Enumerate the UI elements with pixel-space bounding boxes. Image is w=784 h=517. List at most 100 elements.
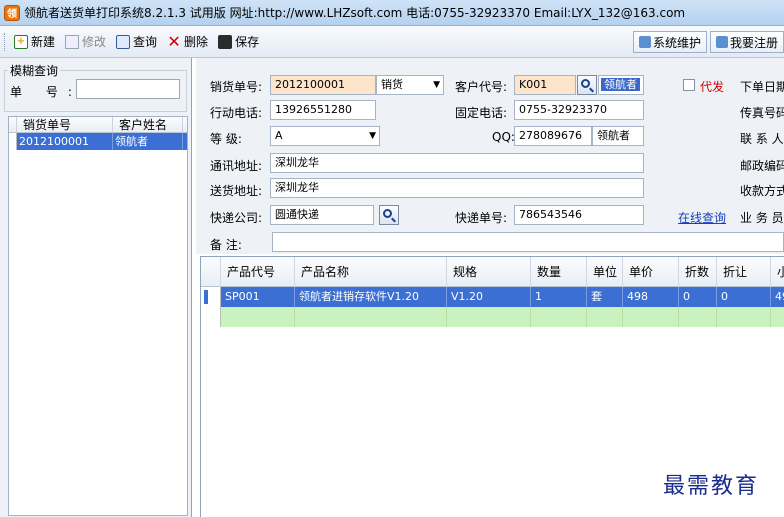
cell-quantity[interactable]: 1 [531, 287, 587, 307]
cell-discount-rate[interactable]: 0 [679, 287, 717, 307]
new-document-icon: + [14, 34, 28, 49]
address-field[interactable]: 深圳龙华 [270, 153, 644, 173]
system-maintenance-button[interactable]: 系统维护 [632, 31, 707, 53]
column-header-customer[interactable]: 客户姓名 [113, 117, 183, 132]
cell-spec[interactable]: V1.20 [447, 287, 531, 307]
cell-product-code[interactable]: SP001 [221, 287, 295, 307]
customer-name-value: 领航者 [601, 78, 640, 91]
landline-label: 固定电话: [455, 106, 508, 120]
cell-discount[interactable]: 0 [717, 287, 771, 307]
tracking-field[interactable]: 786543546 [514, 205, 644, 225]
maintenance-icon [638, 36, 651, 48]
sales-no-field[interactable]: 2012100001 [270, 75, 376, 95]
courier-field[interactable]: 圆通快递 [270, 205, 374, 225]
cell-empty[interactable] [679, 307, 717, 327]
toolbar: + 新建 修改 查询 ✕ 删除 保存 系统维护 我要注册 [0, 26, 784, 58]
sales-type-select[interactable]: 销货 ▼ [376, 75, 444, 95]
row-header[interactable] [201, 307, 221, 327]
column-header-price[interactable]: 单价 [623, 257, 679, 287]
courier-search-button[interactable] [379, 205, 399, 225]
order-list-header: 销货单号 客户姓名 [9, 117, 187, 133]
cell-unit[interactable]: 套 [587, 287, 623, 307]
online-query-link[interactable]: 在线查询 [678, 209, 726, 226]
sales-no-label: 销货单号: [210, 80, 263, 94]
column-header-product-code[interactable]: 产品代号 [221, 257, 295, 287]
product-grid-header: 产品代号 产品名称 规格 数量 单位 单价 折数 折让 小 [201, 257, 784, 287]
cell-empty[interactable] [221, 307, 295, 327]
cell-empty[interactable] [717, 307, 771, 327]
column-header-product-name[interactable]: 产品名称 [295, 257, 447, 287]
mobile-label: 行动电话: [210, 106, 263, 120]
delivery-address-field[interactable]: 深圳龙华 [270, 178, 644, 198]
qq-field[interactable]: 278089676 [514, 126, 592, 146]
delivery-address-label: 送货地址: [210, 184, 263, 198]
order-no-search-input[interactable] [76, 79, 180, 99]
row-header[interactable] [201, 287, 221, 307]
qq-name-field[interactable]: 领航者 [592, 126, 644, 146]
left-panel: 模糊查询 单 号: 销货单号 客户姓名 2012100001 领航者 [0, 58, 192, 517]
remark-label: 备 注: [210, 238, 242, 252]
customer-search-button[interactable] [577, 75, 597, 95]
edit-button[interactable]: 修改 [61, 31, 110, 53]
column-header-discount[interactable]: 折让 [717, 257, 771, 287]
system-maintenance-label: 系统维护 [652, 35, 701, 50]
table-row[interactable]: SP001 领航者进销存软件V1.20 V1.20 1 套 498 0 0 49 [201, 287, 784, 307]
cell-subtotal[interactable]: 49 [771, 287, 784, 307]
order-no-label: 单 号: [10, 85, 82, 99]
remark-field[interactable] [272, 232, 784, 252]
app-logo-icon: 领 [4, 4, 20, 21]
address-label: 通讯地址: [210, 159, 263, 173]
delete-button[interactable]: ✕ 删除 [163, 31, 212, 53]
cell-empty[interactable] [447, 307, 531, 327]
toolbar-grip[interactable] [4, 32, 7, 51]
current-row-marker [204, 290, 208, 304]
customer-code-field[interactable]: K001 [514, 75, 576, 95]
register-icon [715, 36, 728, 48]
column-header-quantity[interactable]: 数量 [531, 257, 587, 287]
query-button[interactable]: 查询 [112, 31, 161, 53]
column-header-discount-rate[interactable]: 折数 [679, 257, 717, 287]
landline-field[interactable]: 0755-32923370 [514, 100, 644, 120]
column-header-order-no[interactable]: 销货单号 [17, 117, 113, 132]
cell-customer[interactable]: 领航者 [113, 133, 183, 150]
cell-price[interactable]: 498 [623, 287, 679, 307]
proxy-checkbox[interactable] [683, 79, 695, 91]
level-select[interactable]: A ▼ [270, 126, 380, 146]
row-header[interactable] [9, 133, 17, 150]
row-header-corner [201, 257, 221, 287]
cell-empty[interactable] [531, 307, 587, 327]
new-button[interactable]: + 新建 [10, 31, 59, 53]
title-bar: 领 领航者送货单打印系统8.2.1.3 试用版 网址:http://www.LH… [0, 0, 784, 26]
column-header-unit[interactable]: 单位 [587, 257, 623, 287]
cell-empty[interactable] [623, 307, 679, 327]
fax-label: 传真号码 [740, 106, 784, 120]
cell-empty[interactable] [295, 307, 447, 327]
tracking-label: 快递单号: [455, 211, 508, 225]
save-button-label: 保存 [235, 35, 260, 49]
customer-name-field[interactable]: 领航者 [598, 75, 644, 95]
payment-label: 收款方式 [740, 184, 784, 198]
save-disk-icon [218, 34, 233, 49]
save-button[interactable]: 保存 [214, 31, 263, 53]
order-list-grid[interactable]: 销货单号 客户姓名 2012100001 领航者 [8, 116, 188, 516]
column-header-spec[interactable]: 规格 [447, 257, 531, 287]
column-header-subtotal[interactable]: 小 [771, 257, 784, 287]
customer-code-label: 客户代号: [455, 80, 508, 94]
new-entry-row[interactable] [201, 307, 784, 327]
cell-product-name[interactable]: 领航者进销存软件V1.20 [295, 287, 447, 307]
level-label: 等 级: [210, 132, 242, 146]
proxy-label: 代发 [700, 80, 725, 94]
qq-label: QQ: [492, 130, 515, 144]
register-label: 我要注册 [729, 35, 778, 50]
table-row[interactable]: 2012100001 领航者 [9, 133, 187, 150]
register-button[interactable]: 我要注册 [709, 31, 784, 53]
cell-empty[interactable] [771, 307, 784, 327]
level-value: A [275, 129, 283, 142]
edit-button-label: 修改 [82, 35, 107, 49]
cell-empty[interactable] [587, 307, 623, 327]
mobile-field[interactable]: 13926551280 [270, 100, 376, 120]
query-icon [116, 34, 131, 49]
cell-order-no[interactable]: 2012100001 [17, 133, 113, 150]
fuzzy-query-title: 模糊查询 [8, 62, 61, 79]
order-date-label: 下单日期 [740, 80, 784, 94]
